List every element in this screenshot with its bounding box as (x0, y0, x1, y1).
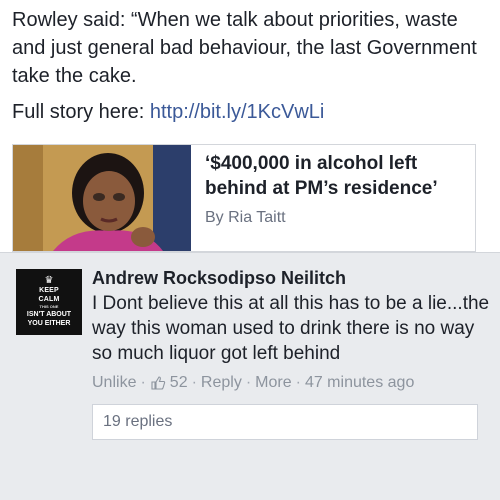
link-preview-card[interactable]: ‘$400,000 in alcohol left behind at PM’s… (12, 144, 476, 252)
comment-timestamp[interactable]: 47 minutes ago (305, 374, 414, 392)
comment-body: Andrew Rocksodipso Neilitch I Dont belie… (92, 267, 492, 440)
comment-text: I Dont believe this at all this has to b… (92, 293, 490, 364)
link-thumbnail (13, 145, 191, 251)
thumbs-up-icon[interactable] (150, 375, 166, 391)
crown-icon: ♛ (44, 275, 54, 286)
story-line: Full story here: http://bit.ly/1KcVwLi (12, 98, 492, 126)
story-label: Full story here: (12, 101, 150, 123)
more-button[interactable]: More (255, 374, 291, 392)
separator: · (295, 374, 301, 391)
separator: · (191, 374, 197, 391)
post-quote: Rowley said: “When we talk about priorit… (12, 9, 477, 87)
avatar-line-4: ISN'T ABOUT (26, 311, 72, 318)
avatar[interactable]: ♛ KEEP CALM THIS ONE ISN'T ABOUT YOU EIT… (16, 269, 82, 335)
comment-actions: Unlike · 52 · Reply · More · 47 minutes … (92, 374, 492, 392)
story-link[interactable]: http://bit.ly/1KcVwLi (150, 101, 325, 123)
avatar-line-1: KEEP (39, 287, 59, 294)
unlike-button[interactable]: Unlike (92, 374, 136, 392)
separator: · (245, 374, 252, 391)
replies-label: 19 replies (103, 413, 173, 430)
link-title[interactable]: ‘$400,000 in alcohol left behind at PM’s… (205, 151, 465, 201)
news-photo-woman-icon (13, 145, 191, 251)
separator: · (140, 374, 146, 391)
like-count[interactable]: 52 (170, 374, 188, 392)
link-info: ‘$400,000 in alcohol left behind at PM’s… (191, 145, 475, 251)
post-text: Rowley said: “When we talk about priorit… (12, 6, 492, 126)
avatar-line-5: YOU EITHER (27, 320, 71, 327)
replies-button[interactable]: 19 replies (92, 404, 478, 440)
comment-author[interactable]: Andrew Rocksodipso Neilitch (92, 267, 492, 289)
reply-button[interactable]: Reply (201, 374, 242, 392)
comment-section: ♛ KEEP CALM THIS ONE ISN'T ABOUT YOU EIT… (0, 252, 500, 500)
avatar-line-2: CALM (38, 296, 60, 303)
link-author: By Ria Taitt (205, 209, 286, 226)
